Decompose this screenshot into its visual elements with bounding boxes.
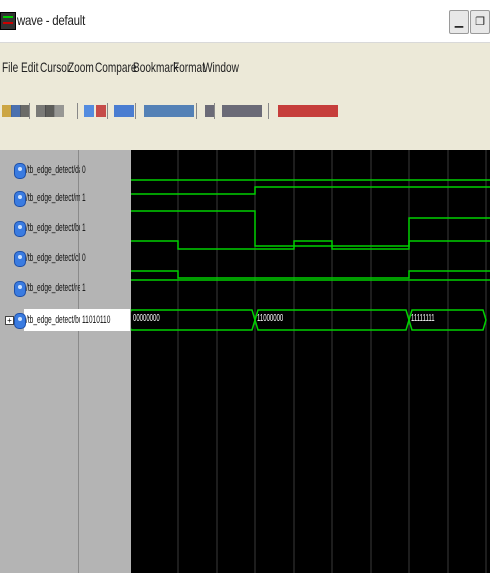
signal-icon — [14, 281, 26, 297]
zoom-in-icon[interactable] — [124, 105, 134, 117]
signal-waveform — [131, 270, 490, 279]
edge-prev-icon[interactable] — [232, 105, 242, 117]
minimize-button[interactable]: ▁ — [449, 10, 469, 34]
signal-value: 0 — [82, 164, 86, 176]
title-bar: wave - default ▁ ❐ — [0, 0, 490, 43]
toolbar-separator — [77, 103, 78, 119]
menu-bookmark[interactable]: Bookmark — [133, 59, 178, 75]
bus-value-label: 11111111 — [411, 313, 435, 324]
print-icon[interactable] — [318, 105, 328, 117]
menu-window[interactable]: Window — [203, 59, 239, 75]
signal-name: /tb_edge_detect/clk — [26, 252, 80, 264]
signal-value: 1 — [82, 222, 86, 234]
signal-row[interactable]: /tb_edge_detect/reset1 — [0, 276, 130, 304]
menu-zoom[interactable]: Zoom — [68, 59, 94, 75]
delete-icon[interactable] — [96, 105, 106, 117]
signal-value: 1 — [82, 192, 86, 204]
signal-row[interactable]: + /tb_edge_detect/bus 11010110 — [0, 308, 130, 336]
bookmark-icon[interactable] — [174, 105, 184, 117]
paste-icon[interactable] — [54, 105, 64, 117]
menu-file[interactable]: File — [2, 59, 18, 75]
toolbar-separator — [107, 103, 108, 119]
toolbar-separator — [135, 103, 136, 119]
signal-row[interactable]: /tb_edge_detect/clk 0 — [0, 246, 130, 274]
toolbar-separator — [196, 103, 197, 119]
signal-row[interactable]: /tb_edge_detect/data0 — [0, 158, 130, 186]
waveform-canvas[interactable] — [131, 150, 490, 573]
open-icon[interactable] — [298, 105, 308, 117]
signal-icon — [14, 191, 26, 207]
bus-value-label: 00000000 — [133, 313, 160, 324]
toolbar-separator — [268, 103, 269, 119]
window-title: wave - default — [17, 12, 86, 28]
toolbar-separator — [214, 103, 215, 119]
menu-cursor[interactable]: Cursor — [40, 59, 70, 75]
signal-icon — [14, 163, 26, 179]
signal-name: /tb_edge_detect/mode — [26, 192, 80, 204]
zoom-area-icon[interactable] — [164, 105, 174, 117]
find-icon[interactable] — [84, 105, 94, 117]
signal-name: /tb_edge_detect/data — [26, 164, 80, 176]
save-icon[interactable] — [308, 105, 318, 117]
format-icon[interactable] — [222, 105, 232, 117]
edge-falling-icon[interactable] — [252, 105, 262, 117]
signal-name: /tb_edge_detect/reset — [26, 282, 80, 294]
bus-value-label: 11000000 — [257, 313, 284, 324]
signal-icon — [14, 313, 26, 329]
toolbar-separator — [29, 103, 30, 119]
signal-waveform — [131, 186, 490, 195]
cut-icon[interactable] — [328, 105, 338, 117]
toolbar — [0, 94, 490, 134]
signal-icon — [14, 221, 26, 237]
signal-icon — [14, 251, 26, 267]
edge-next-icon[interactable] — [242, 105, 252, 117]
expand-toggle[interactable]: + — [5, 316, 14, 325]
signal-value: 11010110 — [82, 314, 111, 326]
restore-button[interactable]: ❐ — [470, 10, 490, 34]
step-icon[interactable] — [288, 105, 298, 117]
zoom-out-icon[interactable] — [144, 105, 154, 117]
signal-waveform — [131, 240, 490, 250]
compare-icon[interactable] — [184, 105, 194, 117]
zoom-full-icon[interactable] — [154, 105, 164, 117]
signal-value: 1 — [82, 282, 86, 294]
menu-compare[interactable]: Compare — [95, 59, 136, 75]
signal-row[interactable]: /tb_edge_detect/bus_1 — [0, 216, 130, 244]
signal-row[interactable]: /tb_edge_detect/mode1 — [0, 186, 130, 214]
app-icon — [0, 12, 16, 30]
signal-name: /tb_edge_detect/bus_ — [26, 222, 80, 234]
menu-bar: File Edit Cursor Zoom Compare Bookmark F… — [0, 54, 490, 80]
waveform-pane[interactable]: 00000000 11000000 11111111 — [131, 150, 490, 573]
menu-format[interactable]: Format — [173, 59, 205, 75]
menu-edit[interactable]: Edit — [21, 59, 38, 75]
wave-cursor-icon[interactable] — [114, 105, 124, 117]
signal-value: 0 — [82, 252, 86, 264]
signal-name: /tb_edge_detect/bus — [26, 314, 80, 326]
edge-rising-icon[interactable] — [278, 105, 288, 117]
